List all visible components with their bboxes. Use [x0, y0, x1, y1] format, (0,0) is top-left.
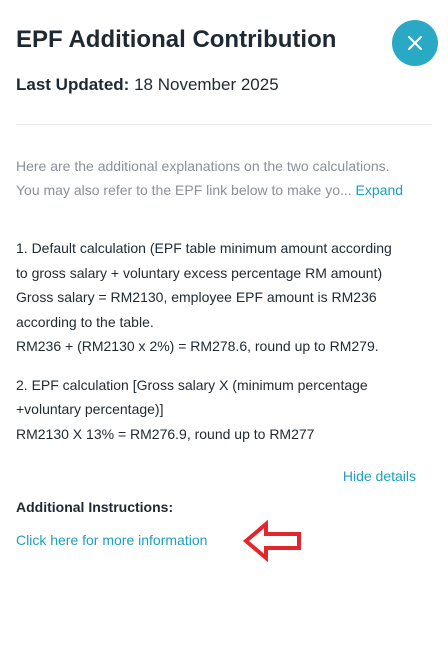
header: EPF Additional Contribution — [16, 20, 438, 66]
left-arrow-icon — [242, 520, 301, 562]
details-line: Gross salary = RM2130, employee EPF amou… — [16, 289, 377, 305]
last-updated: Last Updated: 18 November 2025 — [16, 75, 279, 95]
divider — [16, 124, 432, 125]
details-gap — [16, 359, 436, 373]
more-information-link[interactable]: Click here for more information — [16, 532, 207, 548]
page-title: EPF Additional Contribution — [16, 26, 337, 53]
close-icon — [408, 36, 422, 50]
intro-line-1: Here are the additional explanations on … — [16, 158, 390, 174]
close-button[interactable] — [392, 20, 438, 66]
last-updated-label: Last Updated: — [16, 75, 130, 94]
calculation-details: 1. Default calculation (EPF table minimu… — [16, 236, 436, 446]
additional-instructions-heading: Additional Instructions: — [16, 499, 174, 515]
last-updated-value: 18 November 2025 — [134, 75, 279, 94]
details-line: 1. Default calculation (EPF table minimu… — [16, 240, 392, 256]
details-line: RM236 + (RM2130 x 2%) = RM278.6, round u… — [16, 338, 379, 354]
intro-line-2-text: You may also refer to the EPF link below… — [16, 182, 352, 198]
expand-link[interactable]: Expand — [356, 182, 403, 198]
details-line: to gross salary + voluntary excess perce… — [16, 264, 383, 281]
intro-text: Here are the additional explanations on … — [16, 154, 436, 202]
details-line: 2. EPF calculation [Gross salary X (mini… — [16, 376, 368, 393]
intro-line-2: You may also refer to the EPF link below… — [16, 178, 436, 202]
details-line: RM2130 X 13% = RM276.9, round up to RM27… — [16, 425, 315, 442]
details-line: +voluntary percentage)] — [16, 401, 164, 417]
details-line: according to the table. — [16, 313, 154, 330]
hide-details-link[interactable]: Hide details — [343, 468, 416, 484]
